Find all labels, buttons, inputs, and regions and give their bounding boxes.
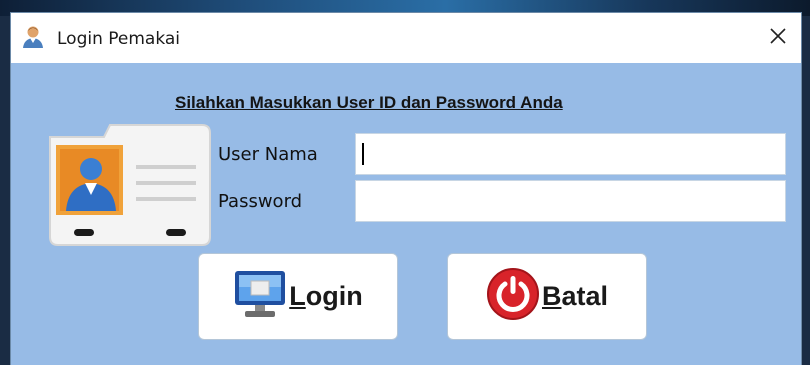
form-heading: Silahkan Masukkan User ID dan Password A… — [175, 93, 563, 112]
background-edge-right — [802, 16, 810, 365]
password-field[interactable] — [355, 180, 786, 222]
user-name-label: User Nama — [218, 144, 318, 165]
batal-button[interactable]: Batal — [447, 253, 647, 340]
title-bar: Login Pemakai — [11, 13, 801, 63]
password-label: Password — [218, 191, 303, 212]
user-login-icon — [22, 25, 44, 49]
login-button[interactable]: Login — [198, 253, 398, 340]
login-mnemonic: L — [289, 281, 306, 311]
batal-label-rest: atal — [561, 281, 609, 311]
power-icon — [486, 267, 540, 326]
id-card-icon — [44, 119, 216, 249]
close-icon — [769, 27, 787, 50]
monitor-icon — [233, 267, 287, 326]
login-button-label: Login — [289, 281, 362, 312]
text-caret — [362, 143, 364, 165]
background-edge-left — [0, 16, 10, 365]
user-name-field[interactable] — [355, 133, 786, 175]
batal-mnemonic: B — [541, 281, 562, 311]
login-label-rest: ogin — [305, 281, 363, 311]
window-title: Login Pemakai — [57, 29, 181, 49]
batal-button-label: Batal — [542, 281, 608, 312]
close-button[interactable] — [755, 13, 801, 63]
login-dialog: Login Pemakai Silahkan Masukkan User ID … — [10, 12, 802, 365]
